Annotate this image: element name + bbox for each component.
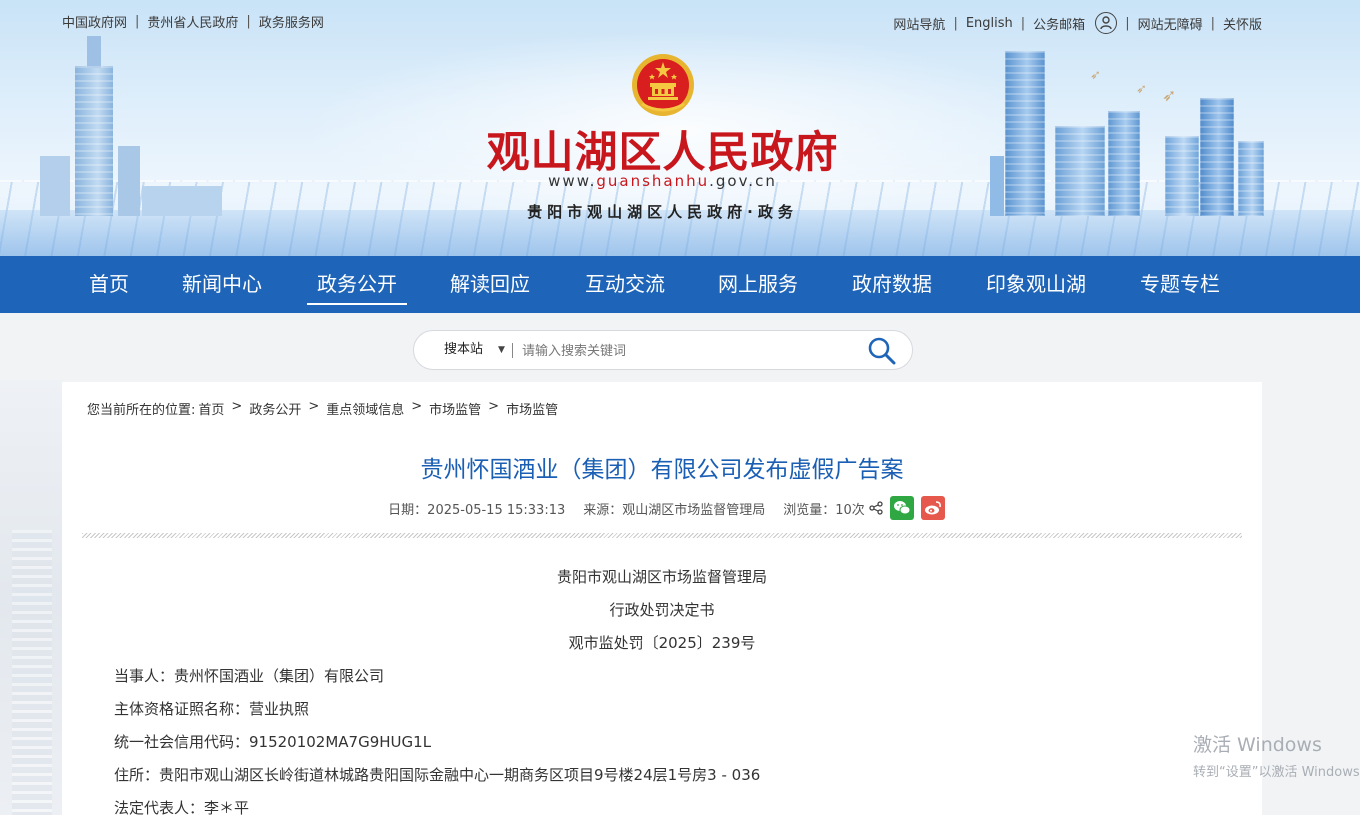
- article-paragraph: 主体资格证照名称：营业执照: [114, 700, 310, 718]
- link-china-gov[interactable]: 中国政府网: [62, 12, 127, 31]
- separator: |: [1020, 15, 1026, 31]
- article-meta: 日期：2025-05-15 15:33:13 来源：观山湖区市场监督管理局 浏览…: [62, 496, 1262, 520]
- breadcrumb-separator: >: [411, 399, 423, 414]
- search-bar: 搜本站 ▼: [413, 330, 913, 370]
- article-paragraph: 当事人：贵州怀国酒业（集团）有限公司: [114, 667, 385, 685]
- article-views: 浏览量：10次: [783, 502, 865, 518]
- article-paragraph: 统一社会信用代码：91520102MA7G9HUG1L: [114, 733, 432, 751]
- article-source: 来源：观山湖区市场监督管理局: [583, 502, 766, 518]
- bird-icon: ➶: [1162, 86, 1177, 106]
- search-icon[interactable]: [866, 335, 898, 367]
- nav-item-impression[interactable]: 印象观山湖: [986, 256, 1086, 313]
- national-emblem-icon: [632, 54, 694, 116]
- link-site-nav[interactable]: 网站导航: [893, 14, 945, 33]
- url-suffix: .gov.cn: [709, 172, 777, 190]
- windows-activation-watermark: 激活 Windows 转到“设置”以激活 Windows。: [1193, 730, 1360, 780]
- separator: |: [1125, 15, 1130, 31]
- link-care-version[interactable]: 关怀版: [1223, 14, 1262, 33]
- site-url: www.guanshanhu.gov.cn: [0, 172, 1325, 190]
- watermark-title: 激活 Windows: [1193, 734, 1322, 756]
- wechat-icon[interactable]: [889, 496, 914, 520]
- background-decoration: [0, 380, 62, 815]
- link-guizhou-gov[interactable]: 贵州省人民政府: [147, 12, 238, 31]
- nav-item-online-service[interactable]: 网上服务: [718, 256, 798, 313]
- breadcrumb: 您当前所在的位置: 首页 > 政务公开 > 重点领域信息 > 市场监管 > 市场…: [87, 399, 558, 418]
- weibo-icon[interactable]: [920, 496, 945, 520]
- breadcrumb-separator: >: [488, 399, 500, 414]
- breadcrumb-item[interactable]: 政务公开: [249, 399, 301, 418]
- nav-item-interpretation[interactable]: 解读回应: [450, 256, 530, 313]
- nav-item-gov-affairs[interactable]: 政务公开: [307, 256, 407, 313]
- nav-item-special[interactable]: 专题专栏: [1140, 256, 1220, 313]
- main-nav: 首页 新闻中心 政务公开 解读回应 互动交流 网上服务 政府数据 印象观山湖 专…: [0, 256, 1360, 313]
- chevron-down-icon[interactable]: ▼: [498, 331, 505, 369]
- nav-item-home[interactable]: 首页: [89, 256, 129, 313]
- search-divider: [512, 343, 513, 358]
- article-date: 日期：2025-05-15 15:33:13: [388, 502, 566, 518]
- link-accessibility[interactable]: 网站无障碍: [1138, 14, 1203, 33]
- issuing-authority: 贵阳市观山湖区市场监督管理局: [556, 568, 767, 586]
- breadcrumb-item[interactable]: 市场监管: [506, 399, 558, 418]
- divider: [82, 533, 1242, 538]
- user-icon[interactable]: [1095, 12, 1118, 34]
- link-mail[interactable]: 公务邮箱: [1033, 14, 1085, 33]
- topbar-left-links: 中国政府网 | 贵州省人民政府 | 政务服务网: [62, 12, 324, 31]
- url-highlight: guanshanhu: [596, 172, 710, 190]
- nav-item-news[interactable]: 新闻中心: [182, 256, 262, 313]
- link-english[interactable]: English: [966, 16, 1013, 31]
- separator: |: [135, 14, 140, 29]
- bird-icon: ➶: [1090, 68, 1101, 83]
- bird-icon: ➶: [1136, 82, 1147, 97]
- share-icon[interactable]: [869, 501, 883, 515]
- site-title: 观山湖区人民政府: [486, 128, 839, 178]
- url-prefix: www.: [548, 172, 597, 190]
- breadcrumb-prefix: 您当前所在的位置:: [87, 403, 196, 418]
- separator: |: [953, 15, 958, 31]
- breadcrumb-item[interactable]: 重点领域信息: [326, 399, 404, 418]
- article-title: 贵州怀国酒业（集团）有限公司发布虚假广告案: [420, 457, 904, 483]
- breadcrumb-item[interactable]: 市场监管: [429, 399, 481, 418]
- article-paragraph: 法定代表人：李＊平: [114, 799, 250, 815]
- search-scope-select[interactable]: 搜本站: [444, 331, 483, 369]
- document-number: 观市监处罚〔2025〕239号: [568, 634, 756, 652]
- separator: |: [1210, 15, 1215, 31]
- site-header: ➶ ➶ ➶ 中国政府网 | 贵州省人民政府 | 政务服务网 网站导航 | Eng…: [0, 0, 1360, 256]
- breadcrumb-item[interactable]: 首页: [198, 399, 224, 418]
- breadcrumb-separator: >: [308, 399, 320, 414]
- site-subtitle: 贵阳市观山湖区人民政府·政务: [527, 203, 798, 221]
- article-paragraph: 住所：贵阳市观山湖区长岭街道林城路贵阳国际金融中心一期商务区项目9号楼24层1号…: [114, 766, 761, 784]
- link-gov-service[interactable]: 政务服务网: [259, 12, 324, 31]
- separator: |: [246, 14, 251, 29]
- search-input[interactable]: [522, 340, 842, 362]
- breadcrumb-separator: >: [231, 399, 243, 414]
- article-container: 您当前所在的位置: 首页 > 政务公开 > 重点领域信息 > 市场监管 > 市场…: [62, 382, 1262, 815]
- topbar-right-links: 网站导航 | English | 公务邮箱 | 网站无障碍 | 关怀版: [893, 12, 1262, 34]
- nav-item-gov-data[interactable]: 政府数据: [852, 256, 932, 313]
- document-type: 行政处罚决定书: [609, 601, 715, 619]
- nav-item-interaction[interactable]: 互动交流: [585, 256, 665, 313]
- watermark-subtitle: 转到“设置”以激活 Windows。: [1193, 765, 1360, 780]
